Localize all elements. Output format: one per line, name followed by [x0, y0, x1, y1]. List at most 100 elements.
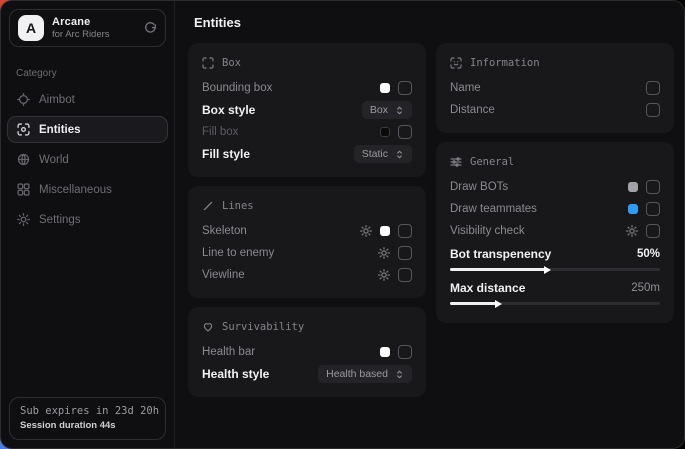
color-swatch[interactable]	[628, 204, 638, 214]
sidebar-item-aimbot[interactable]: Aimbot	[7, 86, 168, 113]
left-column: Box Bounding box Box style Box	[188, 43, 426, 397]
sidebar-item-world[interactable]: World	[7, 146, 168, 173]
box-corners-icon	[202, 57, 214, 69]
health-bar-checkbox[interactable]	[398, 345, 412, 359]
row-visibility-check: Visibility check	[450, 220, 660, 242]
sidebar-item-label: Settings	[39, 214, 81, 226]
entities-eye-icon	[17, 123, 30, 136]
category-label: Category	[16, 68, 174, 79]
max-distance-slider[interactable]	[450, 302, 660, 305]
row-label: Draw teammates	[450, 203, 537, 215]
scan-face-icon	[450, 57, 462, 69]
bounding-box-checkbox[interactable]	[398, 81, 412, 95]
line-to-enemy-settings-gear-icon[interactable]	[378, 247, 390, 259]
row-bounding-box: Bounding box	[202, 77, 412, 99]
row-fill-box: Fill box	[202, 121, 412, 143]
main-content: Entities Box Bounding box	[175, 1, 685, 448]
row-line-to-enemy: Line to enemy	[202, 242, 412, 264]
panel-survivability: Survivability Health bar Health style He…	[188, 307, 426, 397]
row-fill-style: Fill style Static	[202, 143, 412, 165]
brand-subtitle: for Arc Riders	[52, 29, 110, 40]
slider-handle[interactable]	[495, 300, 502, 308]
slider-value: 50%	[637, 248, 660, 260]
sliders-icon	[450, 156, 462, 168]
name-checkbox[interactable]	[646, 81, 660, 95]
row-label: Health style	[202, 367, 269, 381]
line-to-enemy-checkbox[interactable]	[398, 246, 412, 260]
row-label: Skeleton	[202, 225, 247, 237]
panel-box: Box Bounding box Box style Box	[188, 43, 426, 177]
row-box-style: Box style Box	[202, 99, 412, 121]
row-label: Bot transpenency	[450, 247, 551, 261]
max-distance-slider-group: Max distance 250m	[450, 277, 660, 305]
color-swatch[interactable]	[380, 347, 390, 357]
sidebar-item-label: Aimbot	[39, 94, 75, 106]
row-viewline: Viewline	[202, 264, 412, 286]
chevron-up-down-icon	[395, 105, 404, 116]
avatar: A	[18, 15, 44, 41]
panel-general: General Draw BOTs Draw teammates	[436, 142, 674, 323]
draw-bots-checkbox[interactable]	[646, 180, 660, 194]
sub-expires-text: Sub expires in 23d 20h	[20, 405, 155, 417]
row-distance: Distance	[450, 99, 660, 121]
draw-teammates-checkbox[interactable]	[646, 202, 660, 216]
row-bot-transparency: Bot transpenency 50%	[450, 243, 660, 265]
refresh-icon[interactable]	[144, 22, 157, 35]
panel-title: General	[470, 156, 514, 168]
color-swatch[interactable]	[628, 182, 638, 192]
slider-handle[interactable]	[544, 266, 551, 274]
slider-value: 250m	[631, 282, 660, 294]
visibility-check-checkbox[interactable]	[646, 224, 660, 238]
row-label: Name	[450, 82, 481, 94]
panel-lines: Lines Skeleton	[188, 186, 426, 298]
row-label: Max distance	[450, 281, 525, 295]
bot-transparency-slider[interactable]	[450, 268, 660, 271]
row-draw-bots: Draw BOTs	[450, 176, 660, 198]
row-draw-teammates: Draw teammates	[450, 198, 660, 220]
color-swatch[interactable]	[380, 127, 390, 137]
fill-box-checkbox[interactable]	[398, 125, 412, 139]
bot-transparency-slider-group: Bot transpenency 50%	[450, 243, 660, 271]
fill-style-select[interactable]: Static	[354, 145, 412, 163]
page-title: Entities	[194, 15, 674, 30]
brand-card: A Arcane for Arc Riders	[9, 9, 166, 47]
grid-icon	[17, 183, 30, 196]
sidebar-item-label: Miscellaneous	[39, 184, 112, 196]
sidebar-item-miscellaneous[interactable]: Miscellaneous	[7, 176, 168, 203]
skeleton-settings-gear-icon[interactable]	[360, 225, 372, 237]
panel-information: Information Name Distance	[436, 43, 674, 133]
gear-icon	[17, 213, 30, 226]
select-value: Health based	[326, 368, 388, 380]
visibility-settings-gear-icon[interactable]	[626, 225, 638, 237]
panel-title: Survivability	[222, 321, 304, 333]
color-swatch[interactable]	[380, 83, 390, 93]
right-column: Information Name Distance	[436, 43, 674, 323]
sidebar-item-settings[interactable]: Settings	[7, 206, 168, 233]
row-label: Distance	[450, 104, 495, 116]
viewline-settings-gear-icon[interactable]	[378, 269, 390, 281]
chevron-up-down-icon	[395, 149, 404, 160]
box-style-select[interactable]: Box	[362, 101, 412, 119]
color-swatch[interactable]	[380, 226, 390, 236]
panel-title: Information	[470, 57, 540, 69]
skeleton-checkbox[interactable]	[398, 224, 412, 238]
crosshair-icon	[17, 93, 30, 106]
viewline-checkbox[interactable]	[398, 268, 412, 282]
sidebar-nav: Aimbot Entities World	[1, 86, 174, 233]
row-label: Visibility check	[450, 225, 525, 237]
distance-checkbox[interactable]	[646, 103, 660, 117]
row-health-style: Health style Health based	[202, 363, 412, 385]
health-style-select[interactable]: Health based	[318, 365, 412, 383]
select-value: Static	[362, 148, 388, 160]
row-max-distance: Max distance 250m	[450, 277, 660, 299]
row-label: Draw BOTs	[450, 181, 508, 193]
row-health-bar: Health bar	[202, 341, 412, 363]
chevron-up-down-icon	[395, 369, 404, 380]
diagonal-line-icon	[202, 200, 214, 212]
row-label: Bounding box	[202, 82, 272, 94]
row-skeleton: Skeleton	[202, 220, 412, 242]
sidebar-item-entities[interactable]: Entities	[7, 116, 168, 143]
brand-texts: Arcane for Arc Riders	[52, 16, 110, 40]
sidebar-item-label: Entities	[39, 124, 81, 136]
session-duration-text: Session duration 44s	[20, 420, 155, 431]
